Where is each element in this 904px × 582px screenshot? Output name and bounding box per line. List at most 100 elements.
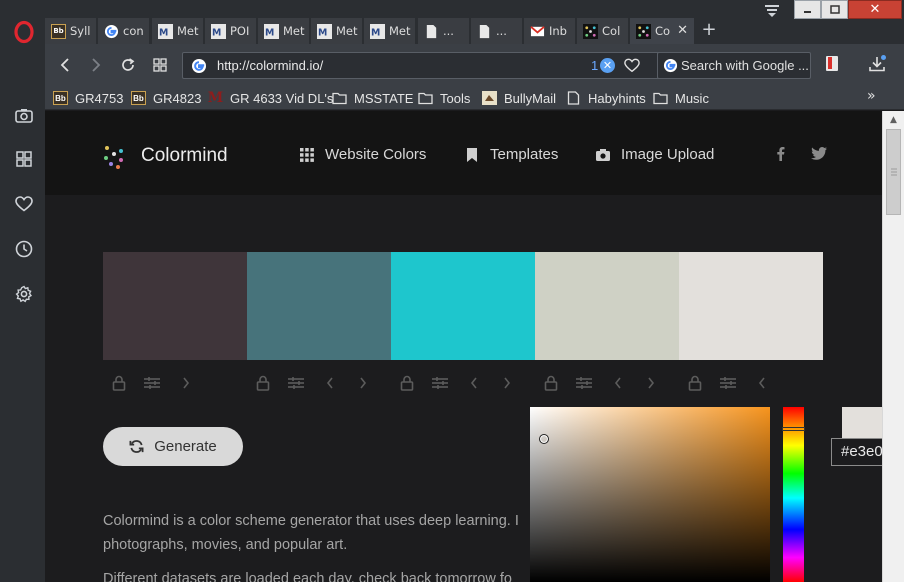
new-tab-button[interactable]: + — [701, 20, 717, 40]
extension-icon[interactable] — [825, 55, 841, 73]
bookmark-gr4753[interactable]: Bb GR4753 — [53, 89, 123, 107]
bullymail-icon — [482, 91, 497, 105]
close-window-button[interactable]: ✕ — [848, 0, 902, 19]
tab-6[interactable]: M Met — [311, 18, 363, 44]
color-preview — [842, 407, 882, 439]
lock-icon[interactable] — [687, 375, 703, 391]
saturation-value-area[interactable] — [530, 407, 770, 582]
bookmarks-bar: Bb GR4753 Bb GR4823 M GR 4633 Vid DL's MSSTATE… — [45, 86, 904, 110]
bookmark-heart-icon[interactable] — [624, 58, 640, 73]
swatch-1[interactable] — [103, 252, 247, 360]
hex-input[interactable]: #e3e0 — [831, 438, 882, 466]
move-right-icon[interactable] — [178, 375, 194, 391]
move-left-icon[interactable] — [754, 375, 770, 391]
swatch-4[interactable] — [535, 252, 679, 360]
adjust-sliders-icon[interactable] — [432, 375, 448, 391]
bookmark-music[interactable]: Music — [653, 89, 709, 107]
description-line-2: photographs, movies, and popular art. — [103, 537, 348, 553]
twitter-icon[interactable] — [811, 147, 827, 160]
facebook-icon[interactable] — [776, 146, 785, 161]
colormind-logo-icon[interactable] — [101, 144, 127, 170]
tab-12[interactable]: Co ✕ — [630, 18, 695, 44]
close-tab-icon[interactable]: ✕ — [677, 23, 688, 38]
opera-logo-icon[interactable] — [12, 20, 36, 44]
sv-cursor[interactable] — [539, 434, 549, 444]
generate-button[interactable]: Generate — [103, 427, 243, 466]
camera-icon[interactable] — [13, 104, 35, 126]
color-picker — [523, 401, 882, 582]
lock-icon[interactable] — [255, 375, 271, 391]
adjust-sliders-icon[interactable] — [720, 375, 736, 391]
tab-3[interactable]: M Met — [152, 18, 204, 44]
page-scrollbar[interactable]: ▲ — [882, 111, 904, 582]
lock-icon[interactable] — [399, 375, 415, 391]
nav-website-colors[interactable]: Website Colors — [300, 146, 426, 163]
history-clock-icon[interactable] — [13, 238, 35, 260]
swatch-3[interactable] — [391, 252, 535, 360]
forward-button[interactable] — [86, 55, 106, 75]
tab-10[interactable]: Inb — [524, 18, 576, 44]
tab-5[interactable]: M Met — [258, 18, 310, 44]
speed-dial-icon[interactable] — [13, 148, 35, 170]
move-right-icon[interactable] — [499, 375, 515, 391]
tab-4[interactable]: M POI — [205, 18, 257, 44]
tab-label: ... — [443, 24, 454, 38]
msstate-icon: M — [211, 23, 226, 39]
tab-1[interactable]: Bb Syll — [45, 18, 97, 44]
minimize-button[interactable] — [794, 0, 821, 19]
bookmark-label: GR4823 — [153, 90, 202, 106]
bookmark-gr4823[interactable]: Bb GR4823 — [131, 89, 201, 107]
adblock-icon[interactable]: ✕ — [600, 58, 615, 73]
tab-label: con — [123, 24, 144, 38]
scroll-up-arrow-icon[interactable]: ▲ — [883, 111, 904, 128]
bookmark-bullymail[interactable]: BullyMail — [482, 89, 556, 107]
adblock-count: 1 — [591, 58, 599, 73]
easy-setup-menu-icon[interactable] — [764, 4, 780, 20]
nav-label: Website Colors — [325, 146, 427, 163]
move-left-icon[interactable] — [610, 375, 626, 391]
description-line-3: Different datasets are loaded each day, … — [103, 571, 512, 582]
adjust-sliders-icon[interactable] — [144, 375, 160, 391]
address-bar[interactable]: http://colormind.io/ 1 ✕ — [182, 52, 695, 79]
tab-7[interactable]: M Met — [364, 18, 416, 44]
blackboard-icon: Bb — [51, 23, 66, 39]
tab-11[interactable]: Col — [577, 18, 629, 44]
url-text[interactable]: http://colormind.io/ — [217, 58, 323, 73]
swatch-2[interactable] — [247, 252, 391, 360]
settings-gear-icon[interactable] — [13, 283, 35, 305]
adjust-sliders-icon[interactable] — [576, 375, 592, 391]
scrollbar-thumb[interactable] — [886, 129, 901, 215]
hue-handle[interactable] — [782, 427, 805, 431]
move-left-icon[interactable] — [322, 375, 338, 391]
nav-image-upload[interactable]: Image Upload — [596, 146, 714, 163]
download-icon[interactable] — [868, 55, 886, 73]
maximize-button[interactable] — [821, 0, 848, 19]
swatch-5[interactable] — [679, 252, 823, 360]
hue-slider[interactable] — [782, 407, 805, 582]
bookmark-habyhints[interactable]: Habyhints — [566, 89, 646, 107]
google-icon — [192, 59, 206, 73]
bookmark-tools[interactable]: Tools — [418, 89, 470, 107]
blackboard-icon: Bb — [131, 91, 146, 105]
lock-icon[interactable] — [543, 375, 559, 391]
folder-icon — [653, 92, 668, 105]
tab-2[interactable]: con — [98, 18, 150, 44]
bookmarks-overflow-button[interactable]: » — [867, 88, 876, 104]
adjust-sliders-icon[interactable] — [288, 375, 304, 391]
tab-8[interactable]: ... — [418, 18, 470, 44]
nav-templates[interactable]: Templates — [465, 146, 558, 163]
document-icon — [426, 24, 437, 38]
back-button[interactable] — [55, 55, 75, 75]
move-right-icon[interactable] — [643, 375, 659, 391]
heart-icon[interactable] — [13, 193, 35, 215]
reload-button[interactable] — [118, 55, 138, 75]
search-box[interactable]: Search with Google ... — [657, 52, 811, 79]
bookmark-gr-4633-vid-dl-s[interactable]: M GR 4633 Vid DL's — [208, 89, 334, 107]
move-right-icon[interactable] — [355, 375, 371, 391]
site-brand[interactable]: Colormind — [141, 145, 228, 167]
tab-9[interactable]: ... — [471, 18, 523, 44]
move-left-icon[interactable] — [466, 375, 482, 391]
lock-icon[interactable] — [111, 375, 127, 391]
bookmark-msstate[interactable]: MSSTATE — [332, 89, 413, 107]
tab-grid-button[interactable] — [150, 55, 170, 75]
